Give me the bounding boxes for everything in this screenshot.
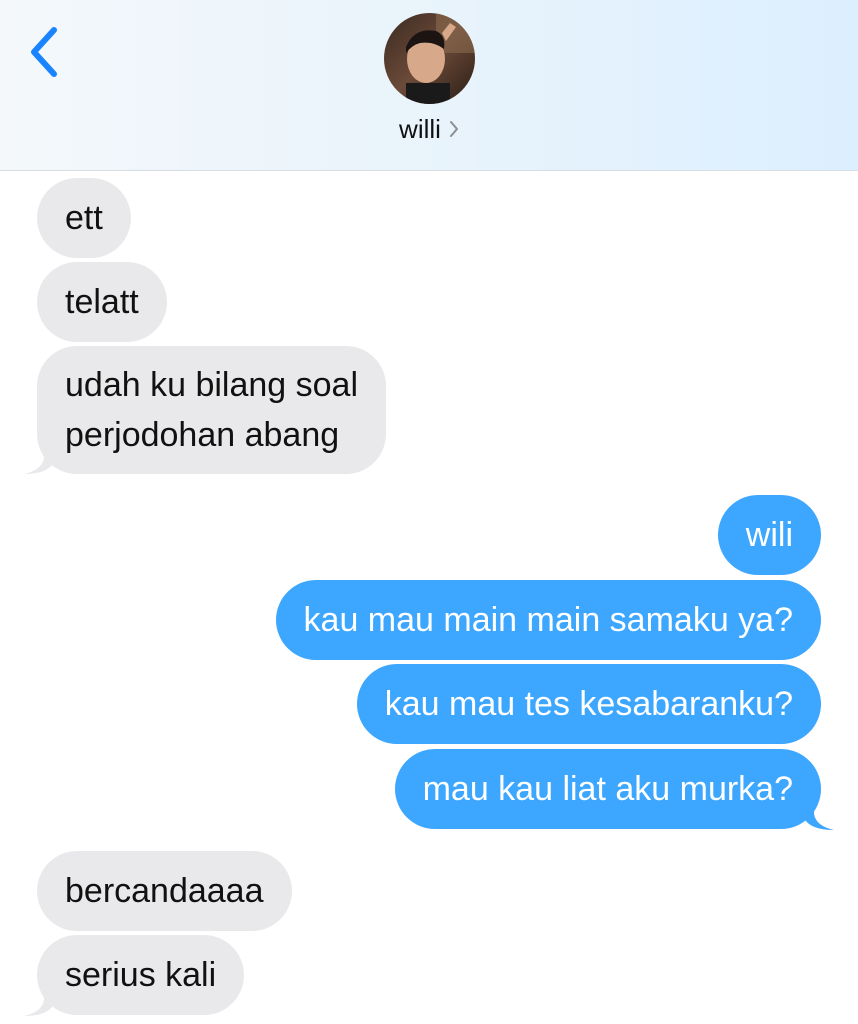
chevron-left-icon <box>31 27 57 77</box>
contact-name: willi <box>399 114 441 144</box>
message-bubble-outgoing[interactable]: kau mau tes kesabaranku? <box>356 664 821 744</box>
message-bubble-outgoing[interactable]: mau kau liat aku murka? <box>394 749 821 829</box>
bubble-tail-incoming <box>24 990 54 1016</box>
message-bubble-incoming[interactable]: ett <box>37 178 131 258</box>
conversation-header: willi <box>0 0 858 171</box>
message-bubble-incoming[interactable]: telatt <box>37 262 167 342</box>
message-bubble-outgoing[interactable]: kau mau main main samaku ya? <box>275 580 821 660</box>
message-bubble-incoming[interactable]: serius kali <box>37 935 245 1015</box>
message-bubble-outgoing[interactable]: wili <box>717 495 821 575</box>
message-bubble-incoming[interactable]: bercandaaaa <box>37 851 292 931</box>
contact-avatar[interactable] <box>384 13 475 104</box>
contact-name-button[interactable]: willi <box>0 114 858 145</box>
chevron-right-icon <box>449 120 458 137</box>
back-button[interactable] <box>22 22 72 82</box>
message-bubble-incoming[interactable]: udah ku bilang soal perjodohan abang <box>37 346 387 474</box>
bubble-tail-outgoing <box>804 804 834 830</box>
avatar-photo <box>384 13 475 104</box>
bubble-tail-incoming <box>24 448 54 474</box>
